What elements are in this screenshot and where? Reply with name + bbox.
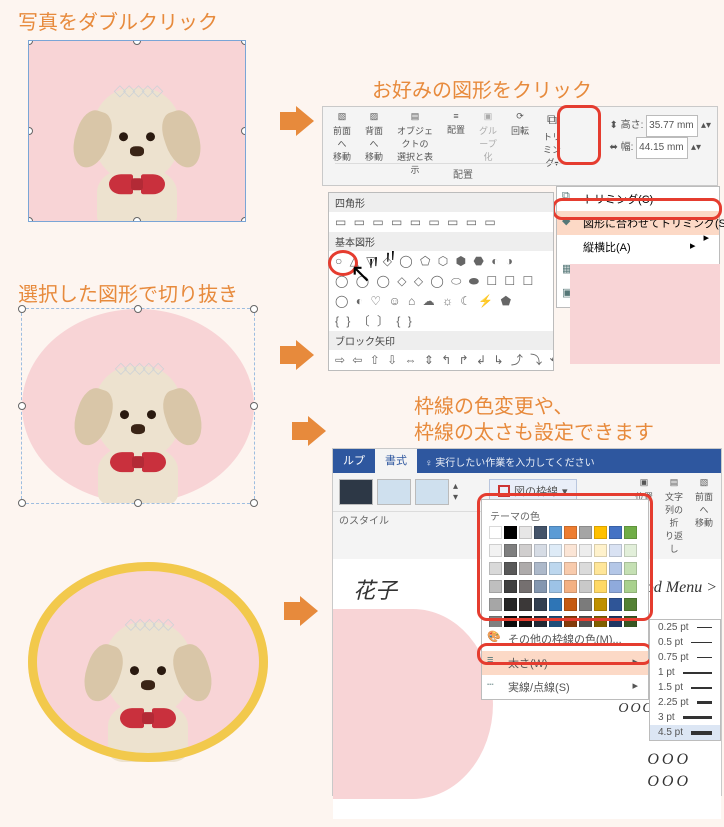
arrow-icon [280, 106, 316, 136]
chevron-right-icon: ▸ [690, 239, 696, 252]
style-group-label: のスタイル [333, 511, 483, 531]
line-weight-option[interactable]: 1 pt [650, 665, 720, 680]
rotate-icon: ⟳ [507, 111, 533, 122]
dashes-icon: ┄ [487, 678, 494, 691]
result-image-oval-border: ◇◇◇◇◇ [28, 562, 268, 762]
yellow-oval-border [28, 562, 268, 762]
height-icon: ⬍ [609, 120, 617, 131]
doc-text-name: 花子 [353, 573, 397, 605]
style-thumb[interactable] [339, 479, 373, 505]
selection-pane-icon: ▤ [393, 111, 437, 122]
line-weight-option[interactable]: 3 pt [650, 710, 720, 725]
ribbon-arrange: ▧前面へ 移動 ▨背面へ 移動 ▤オブジェクトの 選択と表示 ≡配置 ▣グループ… [322, 106, 718, 186]
doc-background-peek [570, 264, 720, 364]
text-wrap-button[interactable]: ▤文字列の折 り返し [661, 477, 687, 555]
ribbon-format-panel: ルプ 書式 ♀ 実行したい作業を入力してください ▴▾ のスタイル 図の枠線 ▾… [332, 448, 722, 796]
line-weight-option[interactable]: 0.75 pt [650, 650, 720, 665]
resize-handle[interactable] [28, 127, 33, 135]
text-wrap-icon: ▤ [661, 477, 687, 488]
resize-handle[interactable] [18, 402, 26, 410]
selected-cropped-image[interactable]: ◇◇◇◇◇ [21, 308, 255, 504]
doc-text-row: OOO [647, 751, 691, 769]
resize-handle[interactable] [250, 402, 258, 410]
style-thumb[interactable] [377, 479, 411, 505]
width-value[interactable]: 44.15 mm [636, 137, 688, 159]
annotation-step1: 写真をダブルクリック [18, 6, 218, 35]
palette-icon: 🎨 [487, 630, 501, 643]
line-weight-option[interactable]: 0.5 pt [650, 635, 720, 650]
selected-image-1[interactable]: ◇◇◇◇◇ [28, 40, 246, 222]
crop-menu-aspect-ratio[interactable]: 縦横比(A)▸ [557, 235, 719, 259]
dog-illustration: ◇◇◇◇◇ [94, 366, 182, 461]
shapes-row[interactable]: ▭ ▭ ▭ ▭ ▭ ▭ ▭ ▭ ▭ [329, 212, 553, 232]
resize-handle[interactable] [250, 305, 258, 313]
tiara-icon: ◇◇◇◇◇ [114, 80, 161, 100]
line-weight-submenu: 0.25 pt0.5 pt0.75 pt1 pt1.5 pt2.25 pt3 p… [649, 619, 721, 741]
dog-illustration: ◇◇◇◇◇ [93, 88, 181, 183]
mouse-cursor-icon: ↖ [350, 258, 372, 289]
highlight-crop-button [557, 105, 601, 165]
shapes-header-rectangles: 四角形 [329, 193, 553, 212]
tab-format[interactable]: 書式 [375, 449, 417, 473]
arrow-icon [284, 596, 320, 626]
resize-handle[interactable] [28, 217, 33, 222]
resize-handle[interactable] [241, 40, 246, 45]
annotation-step3: 選択した図形で切り抜き [18, 278, 238, 307]
resize-handle[interactable] [241, 217, 246, 222]
line-weight-option[interactable]: 1.5 pt [650, 680, 720, 695]
shapes-row[interactable]: ◯ ◐ ♡ ☺ ⌂ ☁ ☼ ☾ ⚡ ⬟ [329, 291, 553, 311]
highlight-weight-item [477, 643, 653, 665]
resize-handle[interactable] [134, 305, 142, 313]
position-icon: ▣ [631, 477, 657, 488]
resize-handle[interactable] [18, 499, 26, 507]
tab-help[interactable]: ルプ [333, 449, 375, 473]
arrow-icon [280, 340, 316, 370]
resize-handle[interactable] [28, 40, 33, 45]
align-icon: ≡ [443, 111, 469, 121]
resize-handle[interactable] [133, 217, 141, 222]
doc-text-row: OOO [647, 773, 691, 791]
width-label: 幅: [621, 142, 634, 153]
picture-style-gallery[interactable]: ▴▾ [333, 473, 483, 511]
shapes-row[interactable]: { } 〔 〕 { } [329, 311, 553, 331]
bring-forward-icon: ▧ [691, 477, 717, 488]
shapes-header-basic: 基本図形 [329, 232, 553, 251]
send-backward-icon: ▨ [361, 111, 387, 122]
bring-forward-icon: ▧ [329, 111, 355, 122]
line-weight-option[interactable]: 0.25 pt [650, 620, 720, 635]
dashes-menu-item[interactable]: ┄実線/点線(S)▸ [482, 675, 648, 699]
annotation-step2: お好みの図形をクリック [372, 74, 592, 103]
resize-handle[interactable] [241, 127, 246, 135]
bring-forward-button[interactable]: ▧前面へ 移動 [691, 477, 717, 555]
line-weight-option[interactable]: 2.25 pt [650, 695, 720, 710]
ribbon-group-label: 配置 [335, 163, 591, 181]
annotation-step4b: 枠線の太さも設定できます [414, 416, 654, 445]
line-weight-option[interactable]: 4.5 pt [650, 725, 720, 740]
arrow-icon [292, 416, 328, 446]
height-label: 高さ: [621, 120, 644, 131]
shapes-row[interactable]: ⇨ ⇦ ⇧ ⇩ ⇔ ⇕ ↰ ↱ ↲ ↳ ⤴ ⤵ ⟲ ⟳ [329, 350, 553, 370]
tell-me-search-hint[interactable]: ♀ 実行したい作業を入力してください [425, 454, 595, 469]
group-icon: ▣ [475, 111, 501, 122]
resize-handle[interactable] [18, 305, 26, 313]
annotation-step4a: 枠線の色変更や、 [414, 390, 573, 419]
highlight-crop-to-shape [552, 198, 722, 220]
shapes-header-arrows: ブロック矢印 [329, 331, 553, 350]
width-icon: ⬌ [609, 142, 617, 153]
ribbon-tab-strip: ルプ 書式 ♀ 実行したい作業を入力してください [333, 449, 721, 473]
resize-handle[interactable] [250, 499, 258, 507]
height-value[interactable]: 35.77 mm [646, 115, 698, 137]
resize-handle[interactable] [134, 499, 142, 507]
highlight-color-palette [477, 493, 653, 621]
height-field[interactable]: ⬍ 高さ: 35.77 mm ▴▾ [609, 115, 711, 137]
resize-handle[interactable] [133, 40, 141, 45]
style-thumb[interactable] [415, 479, 449, 505]
chevron-right-icon: ▸ [632, 679, 638, 692]
width-field[interactable]: ⬌ 幅: 44.15 mm ▴▾ [609, 137, 711, 159]
doc-image-peek [333, 609, 493, 799]
